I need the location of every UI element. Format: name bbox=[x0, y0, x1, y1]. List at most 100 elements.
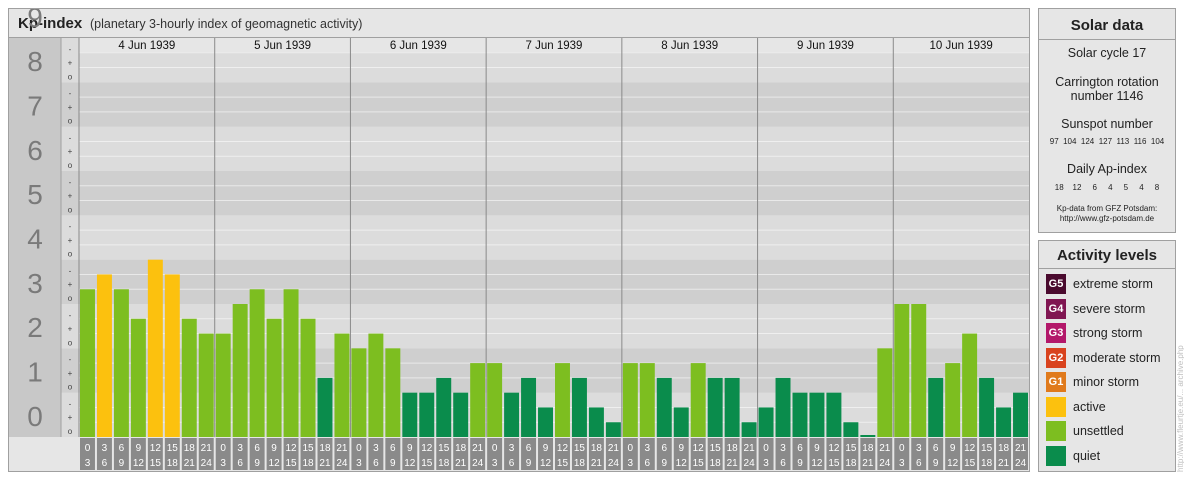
kp-bar bbox=[911, 304, 927, 437]
kp-bar bbox=[622, 363, 638, 437]
watermark: http://www.fleurtje.eu/... archive.php bbox=[1176, 345, 1184, 472]
sub-tick-label: - bbox=[69, 178, 72, 187]
interval-start-label: 15 bbox=[845, 443, 857, 454]
carrington-rotation-line1: Carrington rotation bbox=[1055, 75, 1159, 89]
activity-levels-panel: Activity levels G5 extreme storm G4 severe … bbox=[1038, 240, 1176, 472]
sub-tick-label: - bbox=[69, 355, 72, 364]
kp-bar bbox=[300, 318, 316, 437]
interval-end-label: 9 bbox=[797, 458, 803, 469]
legend-swatch: G1 bbox=[1046, 372, 1066, 392]
interval-end-label: 12 bbox=[811, 458, 823, 469]
interval-end-label: 21 bbox=[591, 458, 603, 469]
y-tick-label: 4 bbox=[27, 224, 43, 255]
kp-bar bbox=[588, 407, 604, 437]
interval-start-label: 6 bbox=[390, 443, 396, 454]
interval-start-label: 6 bbox=[933, 443, 939, 454]
interval-end-label: 9 bbox=[390, 458, 396, 469]
kp-bar bbox=[707, 377, 723, 437]
interval-end-label: 24 bbox=[1015, 458, 1027, 469]
solar-cycle: Solar cycle 17 bbox=[1067, 46, 1147, 60]
interval-start-label: 9 bbox=[814, 443, 820, 454]
interval-start-label: 21 bbox=[336, 443, 348, 454]
interval-end-label: 3 bbox=[220, 458, 226, 469]
kp-bar bbox=[215, 333, 231, 437]
kp-bar bbox=[639, 363, 655, 437]
interval-end-label: 6 bbox=[780, 458, 786, 469]
kp-bar bbox=[758, 407, 774, 437]
interval-start-label: 15 bbox=[302, 443, 314, 454]
interval-start-label: 12 bbox=[557, 443, 569, 454]
sub-tick-label: + bbox=[68, 325, 73, 334]
kp-bar bbox=[249, 289, 265, 437]
ap-index-values: 18 12 6 4 5 4 8 bbox=[1054, 183, 1160, 192]
interval-end-label: 12 bbox=[404, 458, 416, 469]
interval-end-label: 6 bbox=[237, 458, 243, 469]
interval-end-label: 12 bbox=[676, 458, 688, 469]
interval-start-label: 12 bbox=[828, 443, 840, 454]
kp-bar bbox=[164, 274, 180, 437]
kp-bar bbox=[979, 377, 995, 437]
interval-end-label: 9 bbox=[933, 458, 939, 469]
kp-chart: 0123456789o+-o+-o+-o+-o+-o+-o+-o+-o+- 4 J… bbox=[9, 9, 1029, 470]
kp-bar bbox=[402, 392, 418, 437]
sub-tick-label: + bbox=[68, 369, 73, 378]
interval-end-label: 15 bbox=[964, 458, 976, 469]
interval-start-label: 0 bbox=[628, 443, 634, 454]
legend-label: moderate storm bbox=[1073, 350, 1161, 365]
interval-start-label: 9 bbox=[136, 443, 142, 454]
sub-tick-label: o bbox=[68, 161, 73, 170]
interval-end-label: 6 bbox=[645, 458, 651, 469]
kp-bar bbox=[690, 363, 706, 437]
kp-bar bbox=[453, 392, 469, 437]
interval-end-label: 3 bbox=[628, 458, 634, 469]
interval-start-label: 21 bbox=[1015, 443, 1027, 454]
interval-end-label: 24 bbox=[879, 458, 891, 469]
sub-tick-label: + bbox=[68, 147, 73, 156]
kp-bar bbox=[198, 333, 214, 437]
interval-start-label: 3 bbox=[102, 443, 108, 454]
kp-bar bbox=[877, 348, 893, 437]
kp-bar bbox=[826, 392, 842, 437]
kp-bar bbox=[894, 304, 910, 437]
interval-end-label: 21 bbox=[998, 458, 1010, 469]
kp-bar bbox=[673, 407, 689, 437]
sub-tick-label: o bbox=[68, 427, 73, 436]
sub-tick-label: o bbox=[68, 250, 73, 259]
legend-label: minor storm bbox=[1073, 375, 1139, 389]
day-label: 10 Jun 1939 bbox=[929, 40, 992, 52]
interval-end-label: 18 bbox=[845, 458, 857, 469]
day-label: 9 Jun 1939 bbox=[797, 40, 854, 52]
kp-chart-panel: Kp-index (planetary 3-hourly index of ge… bbox=[8, 8, 1030, 472]
kp-bar bbox=[1013, 392, 1028, 437]
activity-levels-title: Activity levels bbox=[1056, 247, 1158, 264]
interval-start-label: 15 bbox=[574, 443, 586, 454]
divider bbox=[1039, 268, 1175, 269]
source-link[interactable]: http://www.gfz-potsdam.de bbox=[1039, 214, 1175, 223]
interval-end-label: 18 bbox=[167, 458, 179, 469]
kp-bar bbox=[130, 318, 146, 437]
sunspot-title: Sunspot number bbox=[1061, 117, 1153, 131]
interval-start-label: 6 bbox=[119, 443, 125, 454]
interval-start-label: 15 bbox=[438, 443, 450, 454]
legend-swatch: G3 bbox=[1046, 323, 1066, 343]
interval-start-label: 3 bbox=[237, 443, 243, 454]
sub-tick-label: - bbox=[69, 222, 72, 231]
sub-tick-label: + bbox=[68, 59, 73, 68]
interval-start-label: 6 bbox=[254, 443, 260, 454]
kp-bar bbox=[538, 407, 553, 437]
interval-start-label: 3 bbox=[780, 443, 786, 454]
sub-tick-label: - bbox=[69, 133, 72, 142]
y-tick-label: 7 bbox=[27, 91, 43, 122]
interval-end-label: 21 bbox=[727, 458, 739, 469]
sub-tick-label: + bbox=[68, 192, 73, 201]
legend-label: severe storm bbox=[1073, 301, 1146, 316]
interval-end-label: 3 bbox=[899, 458, 905, 469]
interval-start-label: 3 bbox=[373, 443, 379, 454]
interval-end-label: 21 bbox=[184, 458, 196, 469]
legend-swatch bbox=[1046, 396, 1066, 417]
day-label: 8 Jun 1939 bbox=[661, 40, 718, 52]
kp-bar bbox=[809, 392, 825, 437]
interval-start-label: 12 bbox=[693, 443, 705, 454]
kp-bar bbox=[656, 377, 672, 437]
kp-bar bbox=[945, 363, 961, 437]
